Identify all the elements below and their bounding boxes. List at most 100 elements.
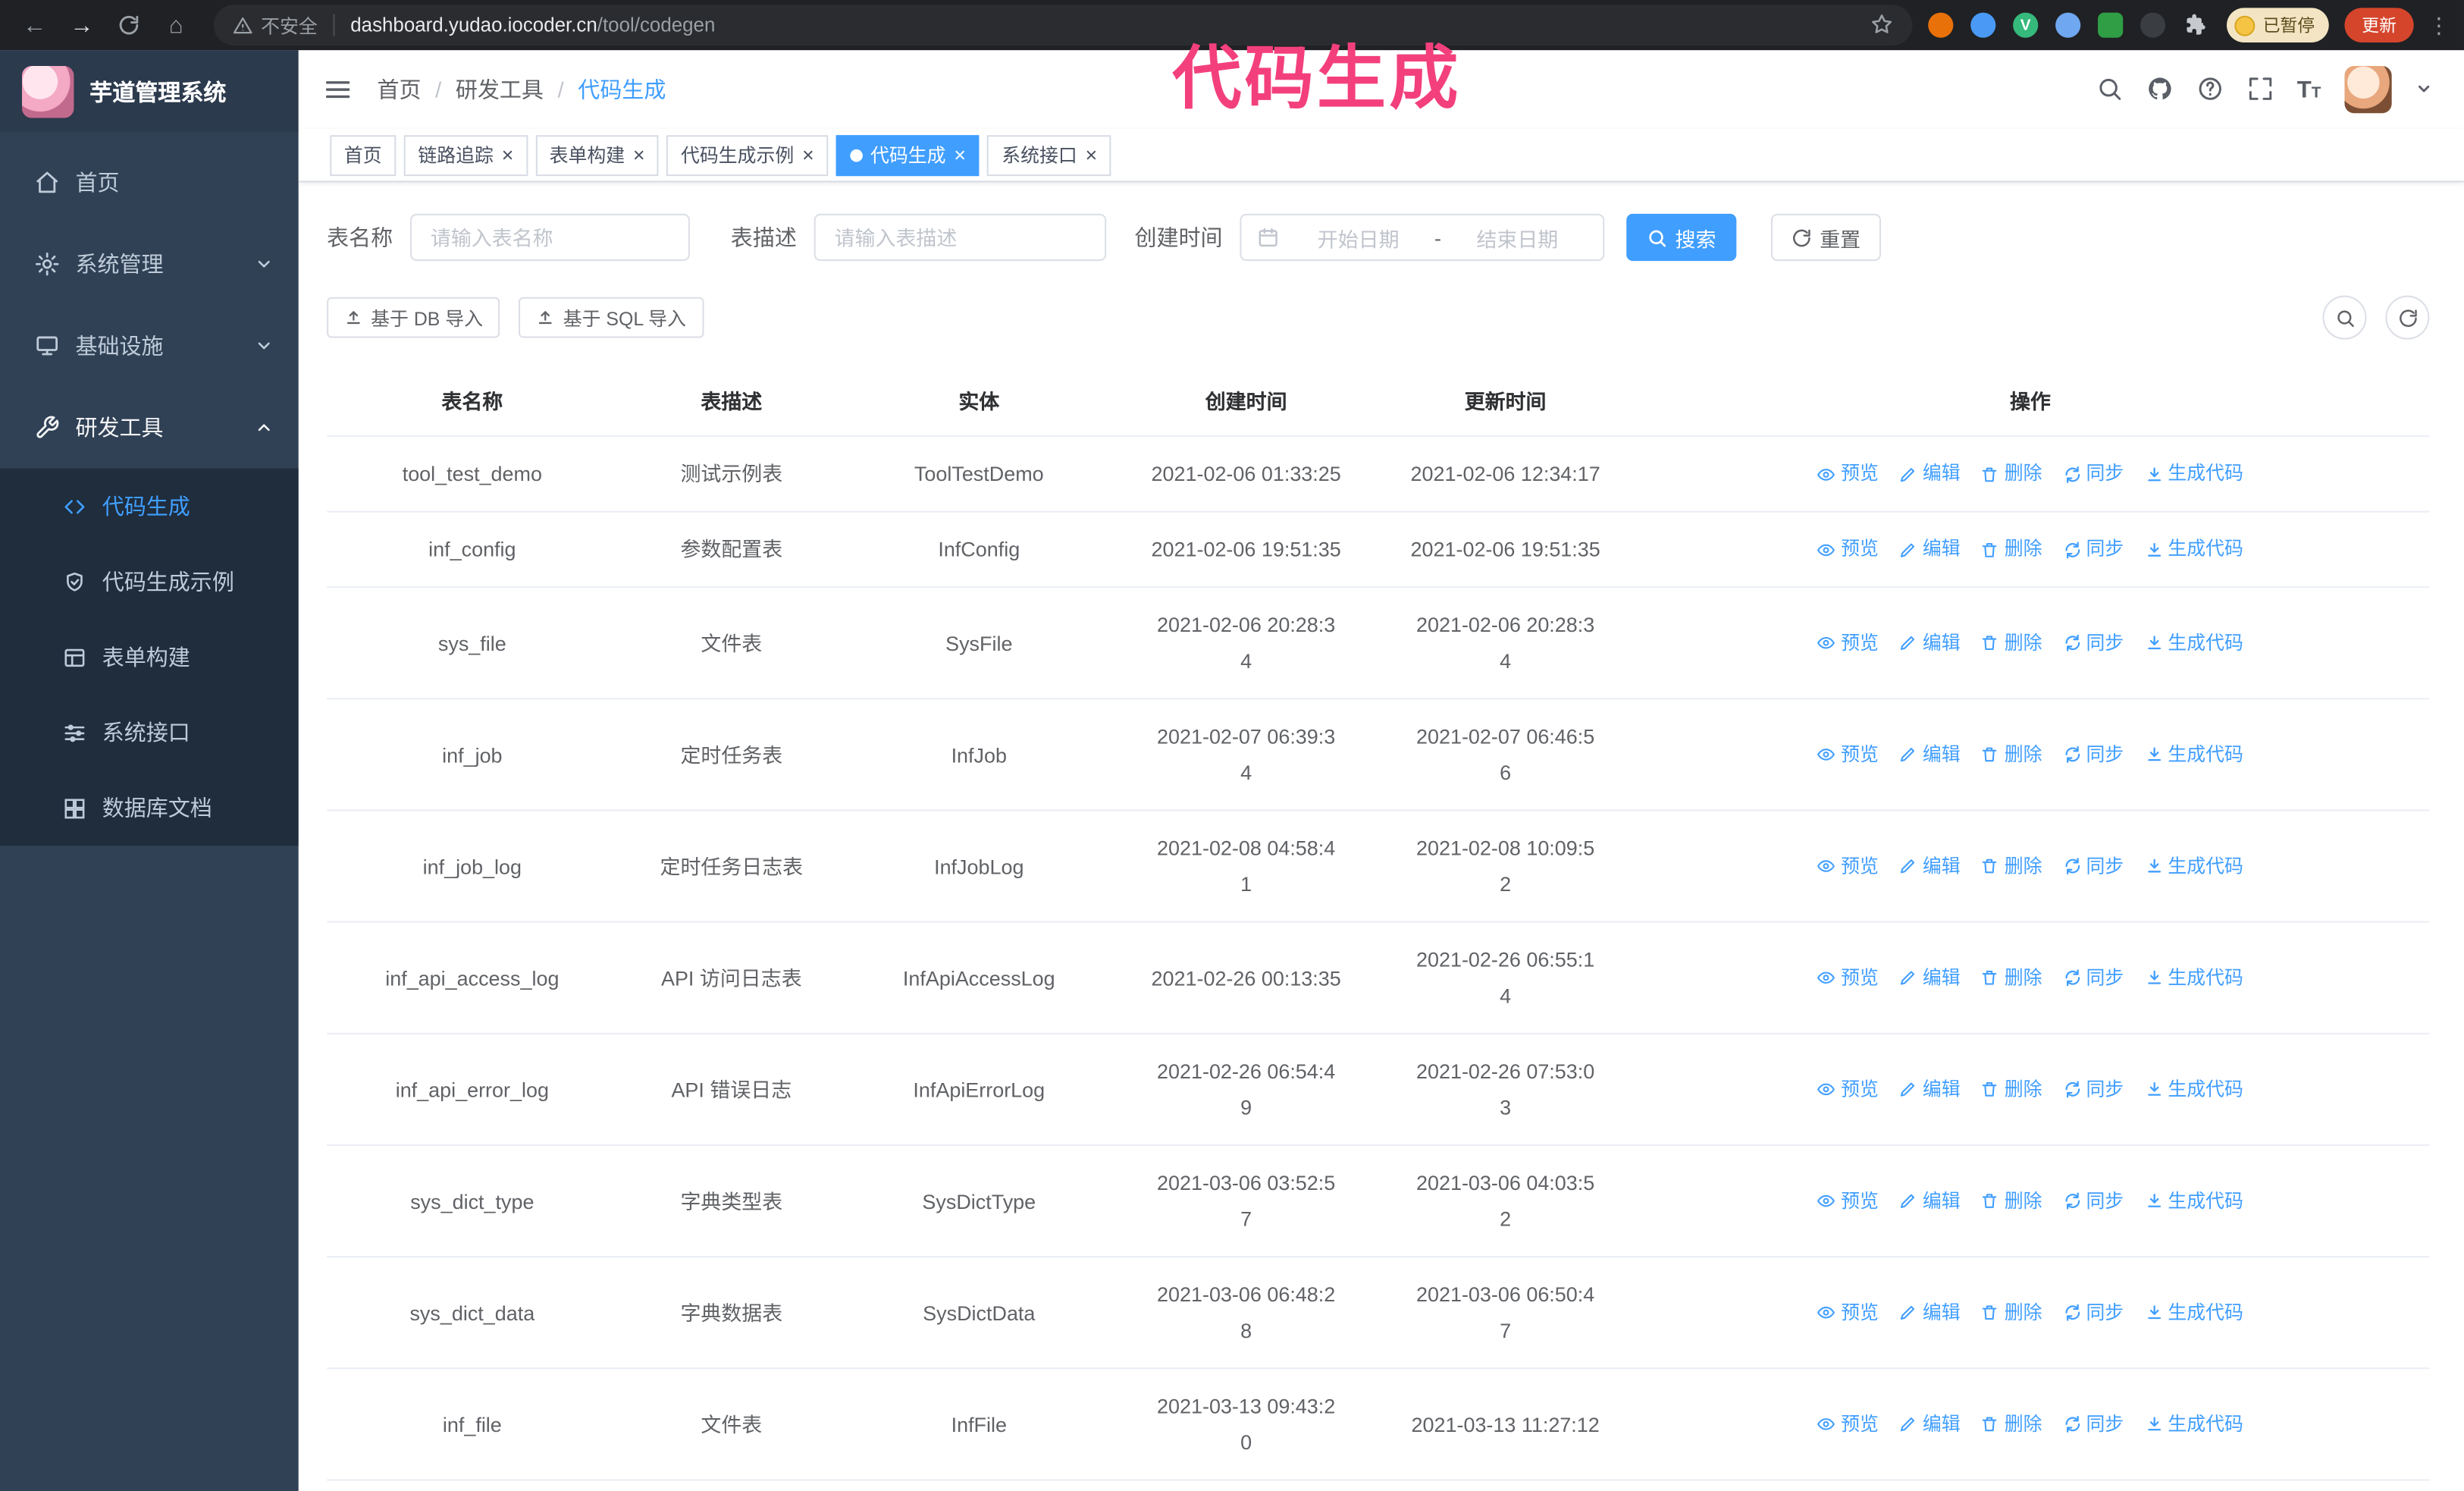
generate-code-link[interactable]: 生成代码 xyxy=(2144,456,2243,492)
sidebar-item-system[interactable]: 系统管理 xyxy=(0,223,299,305)
extension-icon-dark[interactable] xyxy=(2140,12,2166,38)
delete-link[interactable]: 删除 xyxy=(1981,1295,2042,1331)
browser-menu-icon[interactable]: ⋮ xyxy=(2426,12,2451,39)
delete-link[interactable]: 删除 xyxy=(1981,625,2042,661)
tab[interactable]: 首页 xyxy=(330,134,397,176)
extensions-puzzle-icon[interactable] xyxy=(2183,11,2208,39)
sync-link[interactable]: 同步 xyxy=(2062,959,2124,996)
tab[interactable]: 代码生成示例 × xyxy=(666,134,828,176)
home-icon[interactable]: ⌂ xyxy=(154,5,198,46)
sidebar-item-home[interactable]: 首页 xyxy=(0,142,299,224)
sidebar-item-devtools[interactable]: 研发工具 xyxy=(0,387,299,469)
generate-code-link[interactable]: 生成代码 xyxy=(2144,1295,2243,1331)
font-size-icon[interactable]: TT xyxy=(2297,77,2321,103)
generate-code-link[interactable]: 生成代码 xyxy=(2144,532,2243,568)
table-desc-input[interactable] xyxy=(813,213,1107,262)
tab-close-icon[interactable]: × xyxy=(1085,145,1097,165)
paused-badge[interactable]: 已暂停 xyxy=(2227,8,2329,42)
preview-link[interactable]: 预览 xyxy=(1817,848,1879,884)
breadcrumb-home[interactable]: 首页 xyxy=(377,74,421,105)
edit-link[interactable]: 编辑 xyxy=(1899,736,1961,773)
sync-link[interactable]: 同步 xyxy=(2062,1406,2124,1442)
preview-link[interactable]: 预览 xyxy=(1817,625,1879,661)
sidebar-item-system-api[interactable]: 系统接口 xyxy=(0,695,299,770)
table-name-input[interactable] xyxy=(409,213,690,262)
preview-link[interactable]: 预览 xyxy=(1817,1406,1879,1442)
help-icon[interactable] xyxy=(2196,75,2223,103)
avatar[interactable] xyxy=(2344,66,2392,114)
tab-close-icon[interactable]: × xyxy=(501,145,513,165)
preview-link[interactable]: 预览 xyxy=(1817,1295,1879,1331)
sync-link[interactable]: 同步 xyxy=(2062,1183,2124,1219)
refresh-table-button[interactable] xyxy=(2385,295,2430,340)
preview-link[interactable]: 预览 xyxy=(1817,532,1879,568)
generate-code-link[interactable]: 生成代码 xyxy=(2144,1406,2243,1442)
sidebar-item-codegen-example[interactable]: 代码生成示例 xyxy=(0,544,299,619)
sync-link[interactable]: 同步 xyxy=(2062,848,2124,884)
extension-icon-people[interactable] xyxy=(2055,12,2081,38)
generate-code-link[interactable]: 生成代码 xyxy=(2144,1072,2243,1108)
generate-code-link[interactable]: 生成代码 xyxy=(2144,625,2243,661)
sync-link[interactable]: 同步 xyxy=(2062,1295,2124,1331)
edit-link[interactable]: 编辑 xyxy=(1899,1295,1961,1331)
preview-link[interactable]: 预览 xyxy=(1817,1183,1879,1219)
reset-button[interactable]: 重置 xyxy=(1770,213,1882,262)
bookmark-star-icon[interactable] xyxy=(1870,11,1894,39)
hamburger-icon[interactable] xyxy=(324,75,352,104)
sync-link[interactable]: 同步 xyxy=(2062,532,2124,568)
sidebar-item-form-builder[interactable]: 表单构建 xyxy=(0,620,299,695)
sidebar-item-infra[interactable]: 基础设施 xyxy=(0,305,299,387)
avatar-caret-icon[interactable] xyxy=(2415,75,2433,103)
import-db-button[interactable]: 基于 DB 导入 xyxy=(327,297,500,338)
sync-link[interactable]: 同步 xyxy=(2062,625,2124,661)
forward-icon[interactable]: → xyxy=(60,5,104,46)
breadcrumb-devtools[interactable]: 研发工具 xyxy=(456,74,544,105)
edit-link[interactable]: 编辑 xyxy=(1899,1406,1961,1442)
date-range-picker[interactable]: 开始日期 - 结束日期 xyxy=(1240,213,1605,262)
edit-link[interactable]: 编辑 xyxy=(1899,532,1961,568)
extension-icon-orange[interactable] xyxy=(1928,12,1954,38)
preview-link[interactable]: 预览 xyxy=(1817,1072,1879,1108)
delete-link[interactable]: 删除 xyxy=(1981,532,2042,568)
tab[interactable]: 表单构建 × xyxy=(535,134,659,176)
extension-icon-green[interactable] xyxy=(2098,12,2124,38)
address-bar[interactable]: 不安全 dashboard.yudao.iocoder.cn/tool/code… xyxy=(213,5,1913,46)
tab-close-icon[interactable]: × xyxy=(954,145,966,165)
generate-code-link[interactable]: 生成代码 xyxy=(2144,1183,2243,1219)
edit-link[interactable]: 编辑 xyxy=(1899,1183,1961,1219)
edit-link[interactable]: 编辑 xyxy=(1899,456,1961,492)
extension-icon-blue[interactable] xyxy=(1970,12,1996,38)
preview-link[interactable]: 预览 xyxy=(1817,456,1879,492)
tab[interactable]: 代码生成 × xyxy=(835,134,980,176)
sidebar-item-db-doc[interactable]: 数据库文档 xyxy=(0,771,299,846)
preview-link[interactable]: 预览 xyxy=(1817,959,1879,996)
fullscreen-icon[interactable] xyxy=(2246,75,2273,103)
generate-code-link[interactable]: 生成代码 xyxy=(2144,736,2243,773)
logo[interactable]: 芋道管理系统 xyxy=(0,50,299,133)
sync-link[interactable]: 同步 xyxy=(2062,736,2124,773)
delete-link[interactable]: 删除 xyxy=(1981,1072,2042,1108)
extension-icon-vue[interactable]: V xyxy=(2013,12,2039,38)
tab-close-icon[interactable]: × xyxy=(802,145,814,165)
update-button[interactable]: 更新 xyxy=(2344,8,2414,42)
edit-link[interactable]: 编辑 xyxy=(1899,959,1961,996)
sync-link[interactable]: 同步 xyxy=(2062,456,2124,492)
delete-link[interactable]: 删除 xyxy=(1981,848,2042,884)
delete-link[interactable]: 删除 xyxy=(1981,959,2042,996)
github-icon[interactable] xyxy=(2146,75,2173,103)
delete-link[interactable]: 删除 xyxy=(1981,736,2042,773)
search-button[interactable]: 搜索 xyxy=(1626,213,1737,262)
delete-link[interactable]: 删除 xyxy=(1981,1406,2042,1442)
tab[interactable]: 链路追踪 × xyxy=(403,134,528,176)
tab[interactable]: 系统接口 × xyxy=(987,134,1111,176)
sync-link[interactable]: 同步 xyxy=(2062,1072,2124,1108)
generate-code-link[interactable]: 生成代码 xyxy=(2144,959,2243,996)
edit-link[interactable]: 编辑 xyxy=(1899,1072,1961,1108)
toggle-search-button[interactable] xyxy=(2322,295,2367,340)
tab-close-icon[interactable]: × xyxy=(633,145,645,165)
edit-link[interactable]: 编辑 xyxy=(1899,848,1961,884)
back-icon[interactable]: ← xyxy=(13,5,57,46)
import-sql-button[interactable]: 基于 SQL 导入 xyxy=(519,297,704,338)
preview-link[interactable]: 预览 xyxy=(1817,736,1879,773)
sidebar-item-codegen[interactable]: 代码生成 xyxy=(0,469,299,544)
